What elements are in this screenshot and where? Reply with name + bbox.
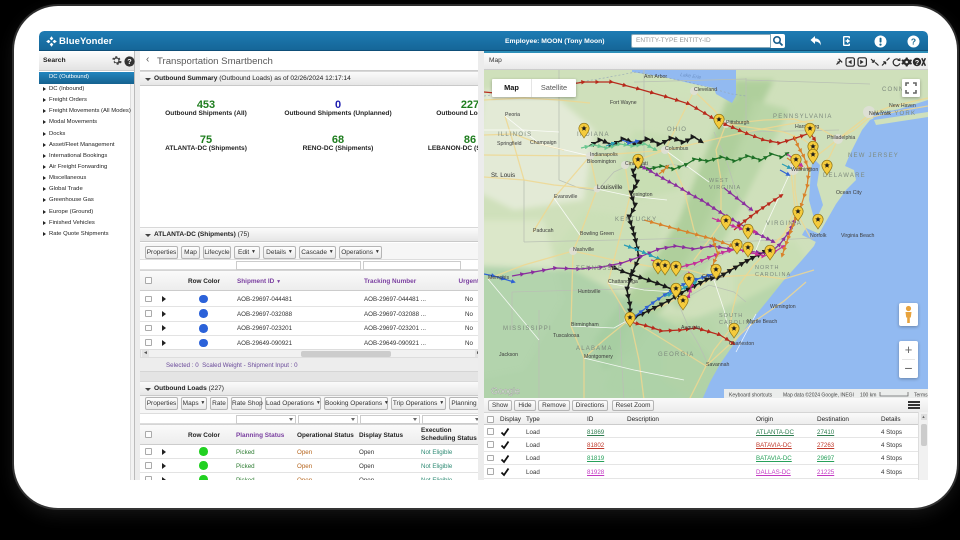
- svg-text:Indianapolis: Indianapolis: [590, 152, 618, 158]
- svg-text:Louisville: Louisville: [597, 184, 623, 191]
- svg-text:GEORGIA: GEORGIA: [658, 352, 694, 358]
- svg-text:SOUTH: SOUTH: [719, 313, 743, 319]
- svg-text:CAROLINA: CAROLINA: [755, 272, 791, 278]
- svg-text:Birmingham: Birmingham: [571, 322, 599, 328]
- svg-text:St. Louis: St. Louis: [491, 172, 515, 179]
- svg-text:ILLINOIS: ILLINOIS: [498, 132, 532, 138]
- svg-text:Bowling Green: Bowling Green: [580, 231, 614, 237]
- svg-text:ALABAMA: ALABAMA: [576, 346, 613, 352]
- svg-text:DELAWARE: DELAWARE: [823, 173, 866, 179]
- svg-text:Springfield: Springfield: [497, 141, 522, 147]
- svg-text:Philadelphia: Philadelphia: [827, 135, 855, 141]
- svg-text:Myrtle Beach: Myrtle Beach: [747, 319, 777, 325]
- svg-text:Charleston: Charleston: [729, 341, 754, 347]
- svg-text:Tuscaloosa: Tuscaloosa: [553, 333, 579, 339]
- svg-text:Jackson: Jackson: [499, 352, 518, 358]
- svg-text:Fort Wayne: Fort Wayne: [610, 100, 637, 106]
- svg-text:Charlotte: Charlotte: [702, 274, 723, 280]
- svg-text:Augusta: Augusta: [681, 325, 700, 331]
- svg-text:New York: New York: [869, 111, 891, 117]
- svg-text:?: ?: [911, 36, 916, 46]
- svg-text:Ann Arbor: Ann Arbor: [644, 74, 667, 80]
- svg-text:Google: Google: [491, 386, 520, 396]
- svg-text:NEW JERSEY: NEW JERSEY: [848, 153, 899, 159]
- svg-text:Columbus: Columbus: [665, 146, 689, 152]
- svg-text:Lexington: Lexington: [630, 192, 653, 198]
- svg-text:NORTH: NORTH: [755, 265, 779, 271]
- svg-text:Huntsville: Huntsville: [578, 289, 601, 295]
- svg-text:Savannah: Savannah: [706, 362, 729, 368]
- svg-text:New Haven: New Haven: [889, 103, 916, 109]
- svg-text:VIRGINIA: VIRGINIA: [766, 221, 802, 227]
- svg-text:TENNESSEE: TENNESSEE: [576, 266, 623, 272]
- svg-text:KENTUCKY: KENTUCKY: [615, 217, 657, 223]
- svg-text:Pittsburgh: Pittsburgh: [726, 120, 749, 126]
- svg-text:?: ?: [127, 56, 131, 65]
- svg-text:Virginia Beach: Virginia Beach: [841, 233, 874, 239]
- svg-text:Chattanooga: Chattanooga: [608, 279, 638, 285]
- svg-text:Wilmington: Wilmington: [770, 304, 796, 310]
- svg-text:Norfolk: Norfolk: [810, 233, 827, 239]
- svg-text:Evansville: Evansville: [554, 194, 577, 200]
- svg-text:WEST: WEST: [709, 178, 729, 184]
- svg-text:Memphis: Memphis: [488, 275, 509, 281]
- svg-text:?: ?: [915, 60, 919, 67]
- svg-text:MISSISSIPPI: MISSISSIPPI: [503, 326, 552, 332]
- svg-text:Cleveland: Cleveland: [694, 87, 717, 93]
- svg-text:Bloomington: Bloomington: [587, 159, 616, 165]
- svg-text:Peoria: Peoria: [505, 112, 520, 118]
- svg-text:Paducah: Paducah: [533, 228, 554, 234]
- svg-text:Nashville: Nashville: [573, 247, 594, 253]
- svg-text:Montgomery: Montgomery: [584, 354, 613, 360]
- svg-text:Ocean City: Ocean City: [836, 190, 862, 196]
- svg-text:OHIO: OHIO: [667, 127, 687, 133]
- svg-text:Champaign: Champaign: [530, 140, 557, 146]
- svg-text:VIRGINIA: VIRGINIA: [709, 185, 741, 191]
- svg-text:PENNSYLVANIA: PENNSYLVANIA: [773, 114, 833, 120]
